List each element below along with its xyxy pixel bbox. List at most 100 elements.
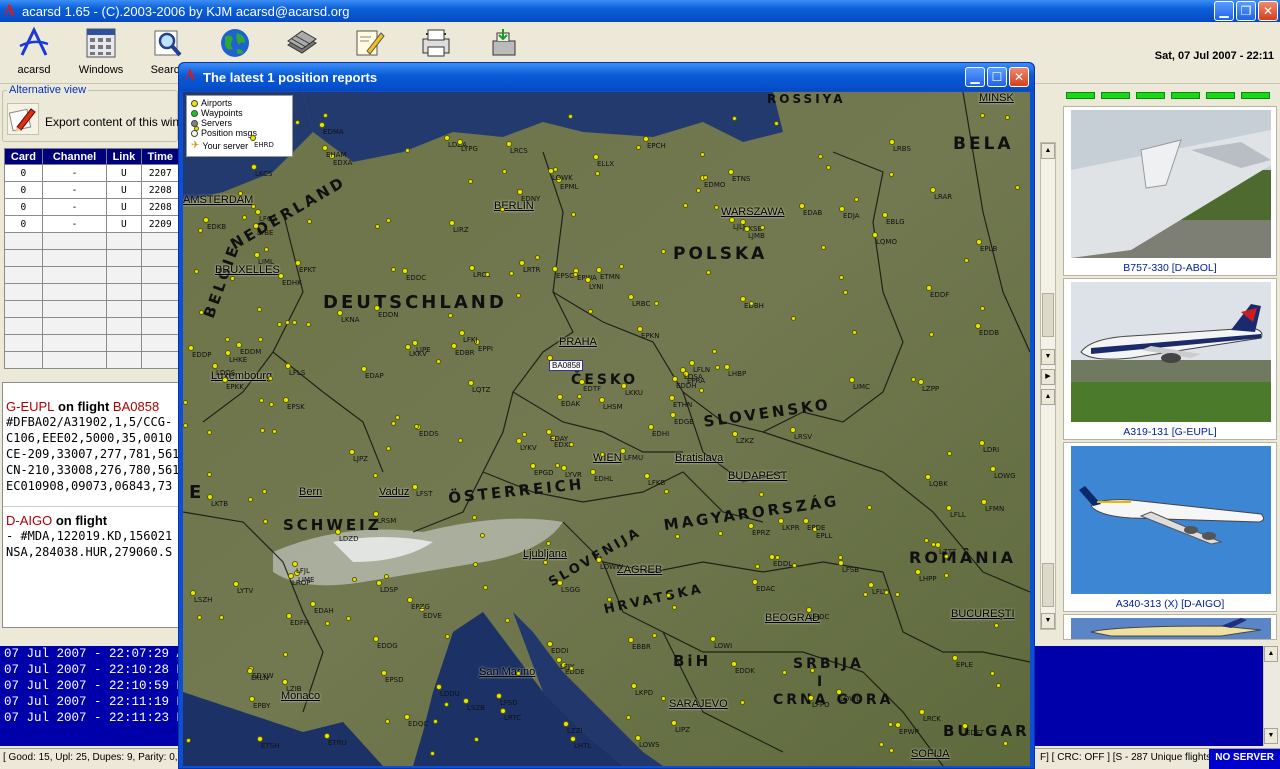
airport-dot-icon[interactable]	[251, 204, 256, 209]
airport-dot-icon[interactable]	[430, 751, 435, 756]
airport-dot-icon[interactable]	[325, 621, 330, 626]
capital-label[interactable]: BUDAPEST	[728, 470, 787, 482]
airport-dot-icon[interactable]	[867, 505, 872, 510]
airport-dot-icon[interactable]	[199, 310, 204, 315]
airport-dot-icon[interactable]	[375, 224, 380, 229]
airport-dot-icon[interactable]	[197, 615, 202, 620]
airport-dot-icon[interactable]	[183, 400, 188, 405]
airport-dot-icon[interactable]	[895, 592, 900, 597]
airport-dot-icon[interactable]	[306, 322, 311, 327]
airport-dot-icon[interactable]	[259, 398, 264, 403]
column-header-link[interactable]: Link	[106, 148, 142, 165]
capital-label[interactable]: PRAHA	[559, 336, 597, 348]
airport-dot-icon[interactable]	[826, 165, 831, 170]
notes-button[interactable]	[339, 26, 399, 64]
airport-dot-icon[interactable]	[782, 670, 787, 675]
airport-dot-icon[interactable]	[207, 472, 212, 477]
airport-dot-icon[interactable]	[854, 197, 859, 202]
airport-dot-icon[interactable]	[505, 618, 510, 623]
airport-dot-icon[interactable]	[626, 715, 631, 720]
airport-dot-icon[interactable]	[839, 275, 844, 280]
airport-dot-icon[interactable]	[238, 191, 243, 196]
airport-dot-icon[interactable]	[502, 169, 507, 174]
print-button[interactable]	[406, 26, 466, 64]
airport-dot-icon[interactable]	[262, 489, 267, 494]
airport-dot-icon[interactable]	[569, 666, 574, 671]
airport-dot-icon[interactable]	[636, 145, 641, 150]
scrollbar-thumb[interactable]	[1042, 293, 1054, 337]
column-header-time[interactable]: Time	[140, 148, 181, 165]
aircraft-photo-4[interactable]	[1063, 614, 1277, 640]
airport-dot-icon[interactable]	[207, 430, 212, 435]
airport-dot-icon[interactable]	[573, 272, 578, 277]
airport-dot-icon[interactable]	[732, 116, 737, 121]
airport-dot-icon[interactable]	[292, 320, 297, 325]
airport-dot-icon[interactable]	[718, 531, 723, 536]
capital-label[interactable]: Bern	[299, 486, 322, 498]
airport-dot-icon[interactable]	[268, 376, 273, 381]
scrollbar-thumb[interactable]	[1042, 563, 1054, 607]
airport-dot-icon[interactable]	[472, 515, 477, 520]
airport-dot-icon[interactable]	[194, 126, 199, 131]
airport-dot-icon[interactable]	[888, 722, 893, 727]
airport-dot-icon[interactable]	[258, 337, 263, 342]
airport-dot-icon[interactable]	[740, 700, 745, 705]
minimize-button[interactable]: ▁	[1214, 1, 1234, 21]
airport-dot-icon[interactable]	[285, 320, 290, 325]
airport-dot-icon[interactable]	[553, 167, 558, 172]
airport-dot-icon[interactable]	[384, 574, 389, 579]
capital-label[interactable]: WIEN	[593, 452, 622, 464]
airport-dot-icon[interactable]	[654, 301, 659, 306]
airport-dot-icon[interactable]	[194, 269, 199, 274]
airport-dot-icon[interactable]	[700, 152, 705, 157]
map-maximize-button[interactable]: ☐	[987, 67, 1007, 87]
airport-dot-icon[interactable]	[879, 742, 884, 747]
airport-dot-icon[interactable]	[980, 113, 985, 118]
airport-dot-icon[interactable]	[715, 365, 720, 370]
airport-dot-icon[interactable]	[183, 423, 188, 428]
airport-dot-icon[interactable]	[260, 428, 265, 433]
airport-dot-icon[interactable]	[198, 228, 203, 233]
airport-dot-icon[interactable]	[219, 615, 224, 620]
airport-dot-icon[interactable]	[889, 748, 894, 753]
airport-dot-icon[interactable]	[474, 737, 479, 742]
airport-dot-icon[interactable]	[699, 388, 704, 393]
airport-dot-icon[interactable]	[555, 463, 560, 468]
airport-dot-icon[interactable]	[964, 258, 969, 263]
airport-dot-icon[interactable]	[248, 497, 253, 502]
column-header-channel[interactable]: Channel	[41, 148, 108, 165]
scroll-right-icon[interactable]: ▶	[1041, 369, 1055, 385]
airport-dot-icon[interactable]	[186, 738, 191, 743]
airport-dot-icon[interactable]	[445, 634, 450, 639]
map-window-title-bar[interactable]: A The latest 1 position reports ▁ ☐ ✕	[179, 63, 1034, 91]
windows-button[interactable]: Windows	[71, 26, 131, 76]
capital-label[interactable]: SOFIJA	[911, 748, 950, 760]
export-content-button[interactable]	[7, 103, 39, 135]
airport-dot-icon[interactable]	[994, 623, 999, 628]
map-window[interactable]: A The latest 1 position reports ▁ ☐ ✕ Ai…	[178, 62, 1035, 769]
column-header-card[interactable]: Card	[4, 148, 43, 165]
airport-dot-icon[interactable]	[791, 316, 796, 321]
airport-dot-icon[interactable]	[666, 593, 671, 598]
airport-dot-icon[interactable]	[818, 154, 823, 159]
airport-dot-icon[interactable]	[911, 377, 916, 382]
airport-dot-icon[interactable]	[483, 585, 488, 590]
airport-dot-icon[interactable]	[931, 542, 936, 547]
airport-dot-icon[interactable]	[944, 554, 949, 559]
airport-dot-icon[interactable]	[230, 276, 235, 281]
map-minimize-button[interactable]: ▁	[965, 67, 985, 87]
airport-dot-icon[interactable]	[277, 322, 282, 327]
airport-dot-icon[interactable]	[352, 577, 357, 582]
airport-dot-icon[interactable]	[473, 562, 478, 567]
airport-dot-icon[interactable]	[448, 313, 453, 318]
airport-dot-icon[interactable]	[619, 264, 624, 269]
airport-dot-icon[interactable]	[760, 225, 765, 230]
airport-dot-icon[interactable]	[672, 605, 677, 610]
airport-dot-icon[interactable]	[458, 438, 463, 443]
tiles-button[interactable]	[272, 26, 332, 64]
airport-dot-icon[interactable]	[386, 218, 391, 223]
airport-dot-icon[interactable]	[924, 538, 929, 543]
acarsd-button[interactable]: acarsd	[4, 26, 64, 76]
airport-dot-icon[interactable]	[373, 473, 378, 478]
maximize-button[interactable]: ❐	[1236, 1, 1256, 21]
